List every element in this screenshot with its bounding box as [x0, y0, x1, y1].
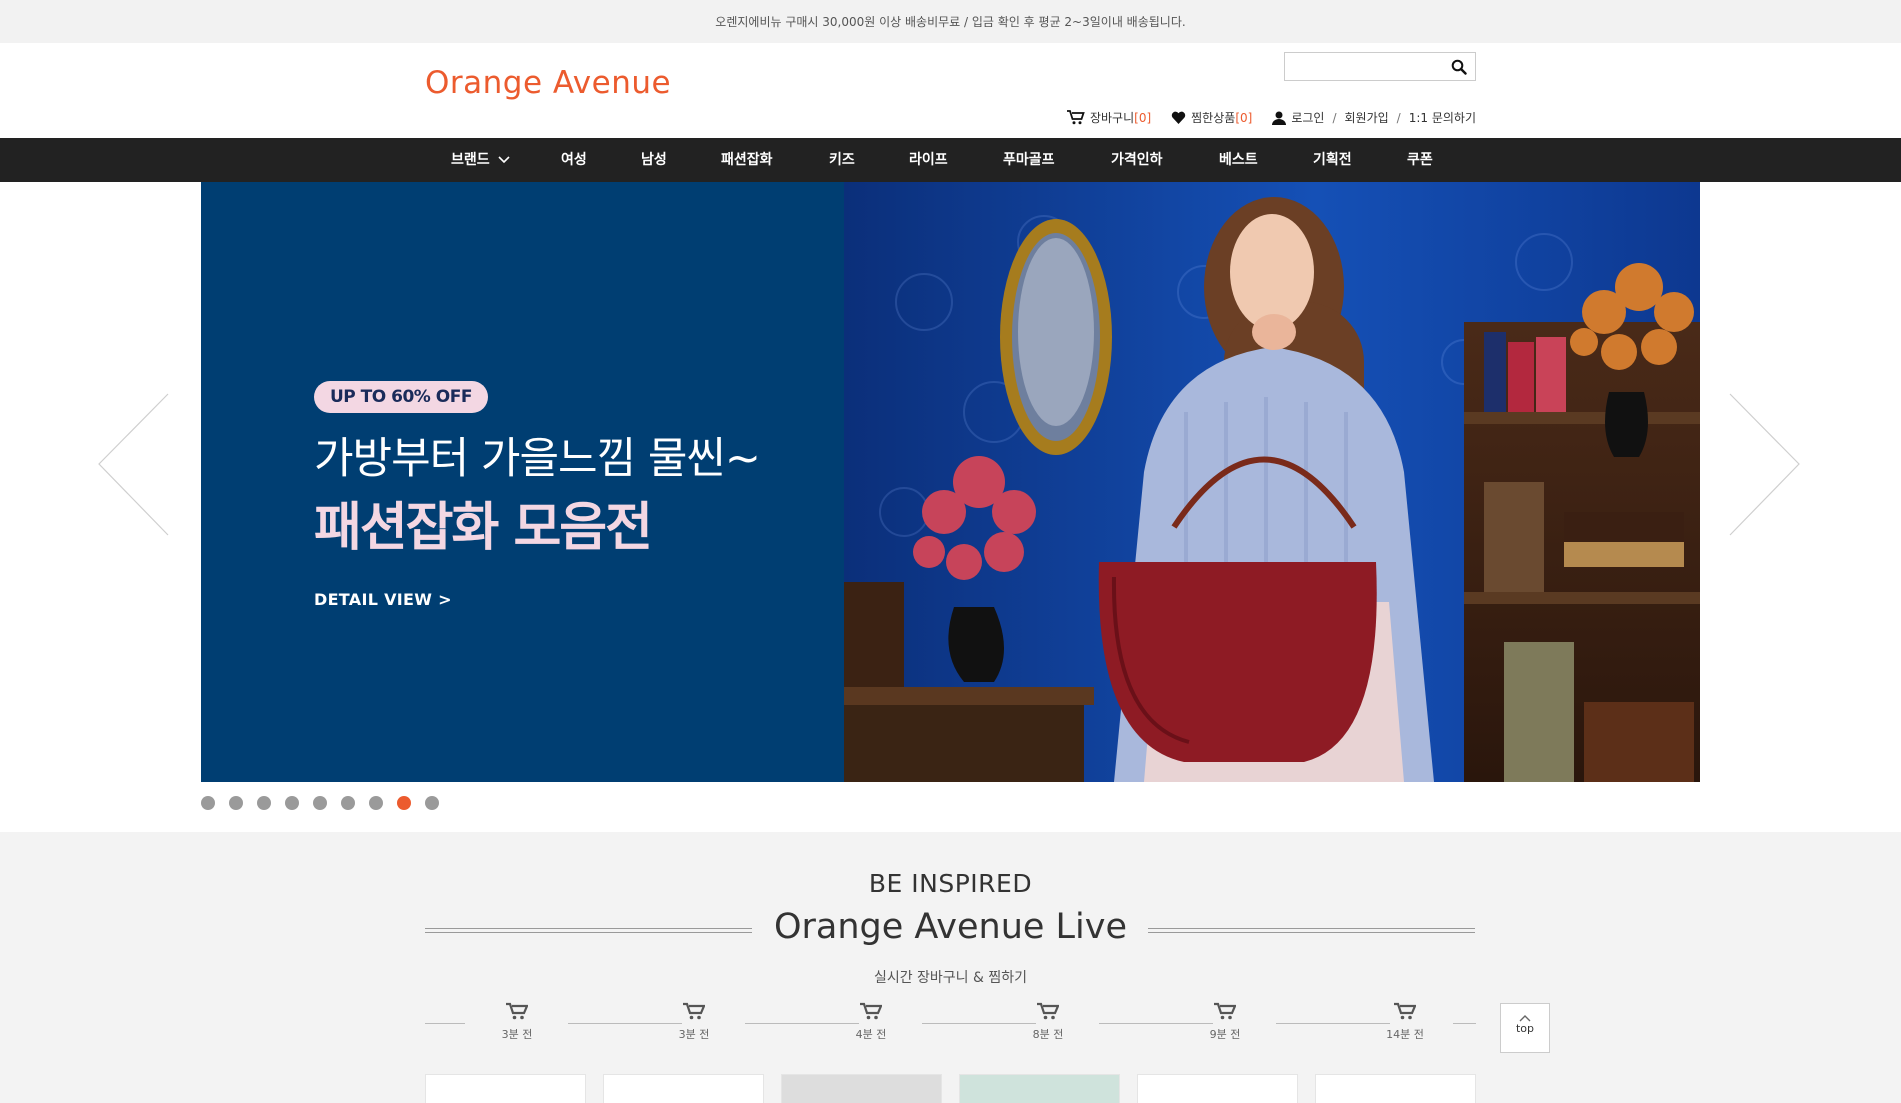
slide-dot-active[interactable]: [397, 796, 411, 810]
live-section: BE INSPIRED Orange Avenue Live 실시간 장바구니 …: [0, 832, 1901, 1103]
qna-link[interactable]: 1:1 문의하기: [1409, 109, 1476, 126]
slide-pagination: [201, 796, 453, 810]
cart-icon: [1394, 1002, 1416, 1020]
product-thumbnail[interactable]: [1137, 1074, 1298, 1103]
login-link[interactable]: 로그인: [1291, 109, 1324, 126]
banner-photo: [844, 182, 1700, 782]
section-eyebrow: BE INSPIRED: [868, 869, 1033, 898]
prev-slide-arrow[interactable]: [96, 392, 176, 537]
timeline-line: [1453, 1023, 1476, 1024]
slide-dot[interactable]: [257, 796, 271, 810]
nav-item-men[interactable]: 남성: [641, 138, 667, 182]
product-thumbnail[interactable]: [959, 1074, 1120, 1103]
join-link[interactable]: 회원가입: [1344, 109, 1388, 126]
nav-item-kids[interactable]: 키즈: [829, 138, 855, 182]
slide-dot[interactable]: [201, 796, 215, 810]
nav-item-accessories[interactable]: 패션잡화: [721, 138, 773, 182]
nav-item-puma-golf[interactable]: 푸마골프: [1003, 138, 1055, 182]
separator: /: [1332, 110, 1337, 125]
timeline-time: 14분 전: [1386, 1028, 1424, 1041]
live-timeline: 3분 전 3분 전 4분 전 8분 전 9분 전 14분 전: [425, 1002, 1476, 1062]
search-box: [1284, 52, 1476, 81]
notice-text: 오렌지에비뉴 구매시 30,000원 이상 배송비무료 / 입금 확인 후 평균…: [715, 15, 1186, 29]
timeline-item: 3분 전: [654, 1002, 734, 1042]
nav-item-brand[interactable]: 브랜드: [451, 138, 510, 182]
nav-item-coupon[interactable]: 쿠폰: [1407, 138, 1433, 182]
section-title: Orange Avenue Live: [773, 907, 1128, 947]
slide-dot[interactable]: [285, 796, 299, 810]
chevron-up-icon: [1519, 1015, 1531, 1022]
timeline-item: 3분 전: [477, 1002, 557, 1042]
nav-item-best[interactable]: 베스트: [1219, 138, 1258, 182]
banner-title: 패션잡화 모음전: [314, 498, 653, 558]
sale-badge: UP TO 60% OFF: [314, 381, 488, 413]
timeline-time: 3분 전: [501, 1028, 533, 1041]
product-thumbnail[interactable]: [425, 1074, 586, 1103]
heart-icon: [1171, 111, 1186, 124]
cart-count: [0]: [1134, 110, 1152, 125]
timeline-item: 4분 전: [831, 1002, 911, 1042]
utility-menu: 장바구니 [0] 찜한상품 [0] 로그인 / 회원가입 / 1:1 문의하기: [1047, 109, 1476, 126]
separator: /: [1396, 110, 1401, 125]
detail-view-link[interactable]: DETAIL VIEW >: [314, 590, 452, 609]
cart-link[interactable]: 장바구니 [0]: [1066, 109, 1152, 126]
search-icon[interactable]: [1451, 59, 1467, 75]
wishlist-count: [0]: [1235, 110, 1253, 125]
nav-item-events[interactable]: 기획전: [1313, 138, 1352, 182]
timeline-time: 4분 전: [855, 1028, 887, 1041]
slide-dot[interactable]: [425, 796, 439, 810]
slide-dot[interactable]: [313, 796, 327, 810]
timeline-item: 9분 전: [1185, 1002, 1265, 1042]
product-thumbnail[interactable]: [781, 1074, 942, 1103]
slide-dot[interactable]: [229, 796, 243, 810]
search-input[interactable]: [1285, 53, 1445, 80]
timeline-time: 8분 전: [1032, 1028, 1064, 1041]
next-slide-arrow[interactable]: [1722, 392, 1802, 537]
cart-icon: [683, 1002, 705, 1020]
divider-right: [1148, 928, 1475, 933]
product-thumbnail[interactable]: [1315, 1074, 1476, 1103]
slide-dot[interactable]: [369, 796, 383, 810]
top-notice: 오렌지에비뉴 구매시 30,000원 이상 배송비무료 / 입금 확인 후 평균…: [0, 0, 1901, 43]
nav-item-price-down[interactable]: 가격인하: [1111, 138, 1163, 182]
timeline-time: 3분 전: [678, 1028, 710, 1041]
cart-label: 장바구니: [1089, 111, 1135, 125]
timeline-item: 8분 전: [1008, 1002, 1088, 1042]
banner-scene-image: [844, 182, 1700, 782]
banner-text-panel: UP TO 60% OFF 가방부터 가을느낌 물씬~ 패션잡화 모음전 DET…: [201, 182, 844, 782]
user-icon: [1272, 111, 1287, 125]
wishlist-label: 찜한상품: [1191, 111, 1236, 125]
nav-label: 브랜드: [451, 152, 490, 168]
main-banner: UP TO 60% OFF 가방부터 가을느낌 물씬~ 패션잡화 모음전 DET…: [0, 182, 1901, 832]
section-subtitle: 실시간 장바구니 & 찜하기: [873, 970, 1028, 986]
main-navigation: 브랜드 여성 남성 패션잡화 키즈 라이프 푸마골프 가격인하 베스트 기획전 …: [0, 138, 1901, 182]
cart-icon: [506, 1002, 528, 1020]
timeline-item: 14분 전: [1365, 1002, 1445, 1042]
top-label: top: [1515, 1022, 1535, 1035]
banner-slide[interactable]: UP TO 60% OFF 가방부터 가을느낌 물씬~ 패션잡화 모음전 DET…: [201, 182, 1700, 782]
live-product-list: [425, 1074, 1476, 1103]
cart-icon: [1037, 1002, 1059, 1020]
wishlist-link[interactable]: 찜한상품 [0]: [1171, 109, 1252, 126]
timeline-line: [425, 1023, 465, 1024]
nav-item-women[interactable]: 여성: [561, 138, 587, 182]
account-links: 로그인 / 회원가입 / 1:1 문의하기: [1272, 109, 1476, 126]
slide-dot[interactable]: [341, 796, 355, 810]
nav-item-life[interactable]: 라이프: [909, 138, 948, 182]
timeline-time: 9분 전: [1209, 1028, 1241, 1041]
header: Orange Avenue 장바구니 [0] 찜한상품 [0] 로그인 / 회원…: [0, 43, 1901, 138]
logo[interactable]: Orange Avenue: [425, 65, 671, 101]
chevron-down-icon: [497, 156, 510, 164]
cart-icon: [860, 1002, 882, 1020]
product-thumbnail[interactable]: [603, 1074, 764, 1103]
cart-icon: [1066, 110, 1085, 125]
scroll-top-button[interactable]: top: [1500, 1003, 1550, 1053]
banner-headline: 가방부터 가을느낌 물씬~: [314, 434, 761, 484]
cart-icon: [1214, 1002, 1236, 1020]
